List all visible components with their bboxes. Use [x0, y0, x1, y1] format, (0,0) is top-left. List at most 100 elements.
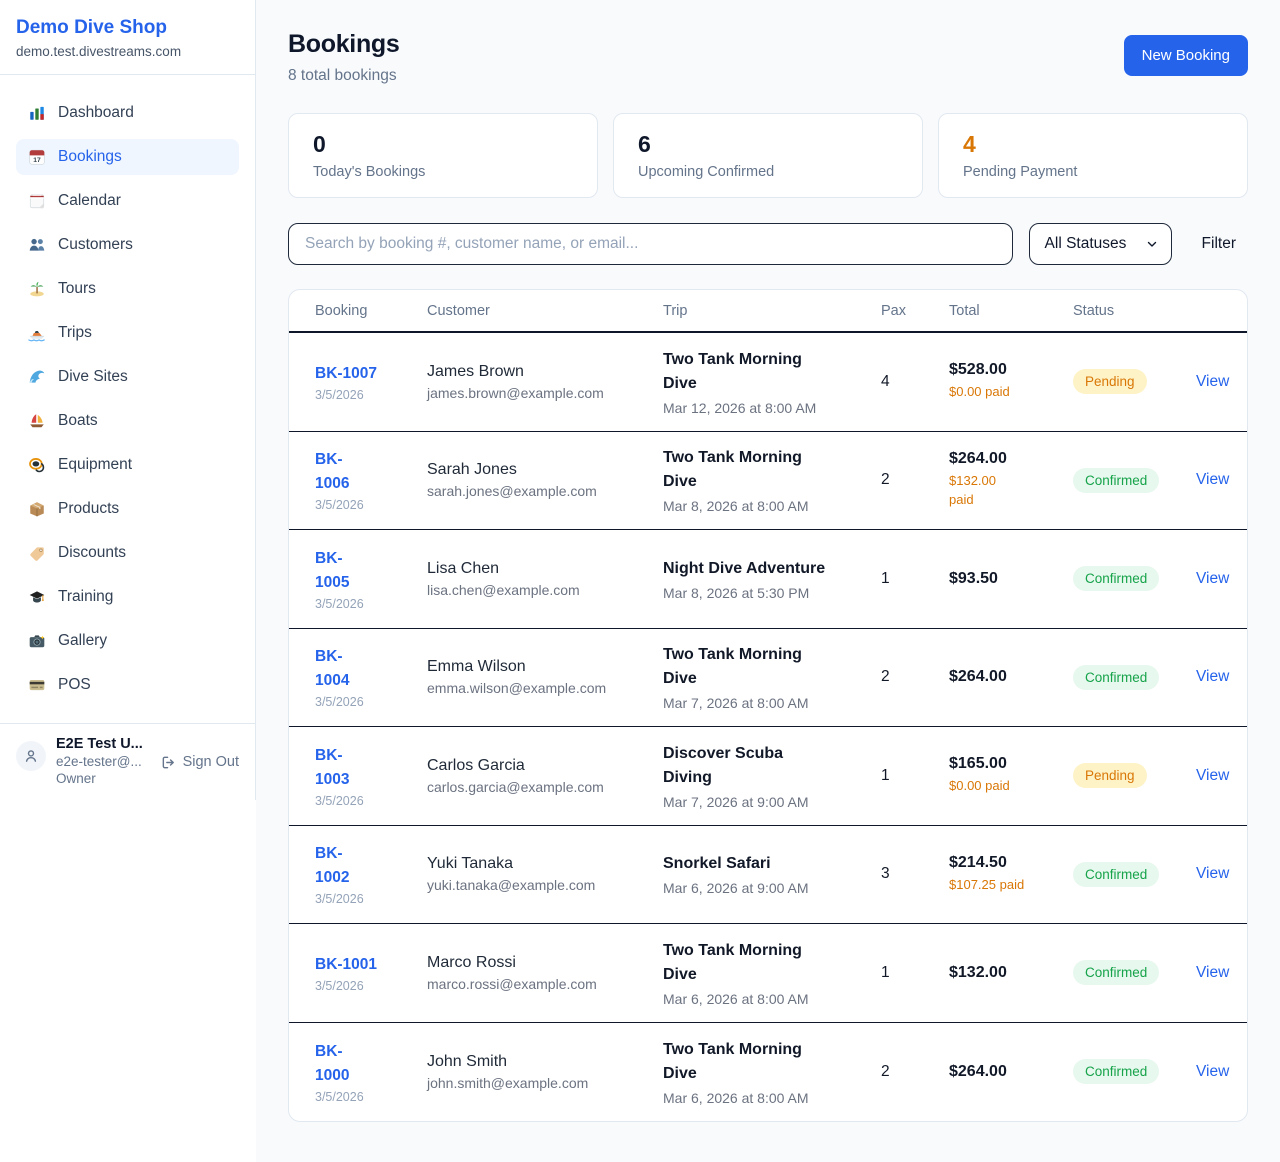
pos-icon [28, 676, 46, 694]
column-header-pax: Pax [881, 303, 949, 319]
sidebar-item-label: Boats [58, 412, 98, 430]
status-cell: Confirmed [1073, 862, 1196, 887]
status-cell: Confirmed [1073, 468, 1196, 493]
booking-number-link[interactable]: BK-1007 [315, 362, 427, 386]
table-header-row: Booking Customer Trip Pax Total Status [289, 290, 1247, 333]
booking-date: 3/5/2026 [315, 597, 427, 611]
sidebar-item-calendar[interactable]: Calendar [16, 183, 239, 219]
table-row: BK-1001 3/5/2026 Marco Rossi marco.rossi… [289, 924, 1247, 1023]
sidebar-item-equipment[interactable]: Equipment [16, 447, 239, 483]
sidebar-item-label: Customers [58, 236, 133, 254]
booking-number-link[interactable]: BK- 1003 [315, 744, 427, 792]
total-amount: $264.00 [949, 450, 1073, 468]
customer-email: lisa.chen@example.com [427, 582, 663, 598]
customer-email: james.brown@example.com [427, 385, 663, 401]
svg-text:17: 17 [33, 157, 41, 164]
stat-label: Upcoming Confirmed [638, 164, 898, 180]
sidebar-item-tours[interactable]: Tours [16, 271, 239, 307]
stat-value: 0 [313, 131, 573, 158]
trip-name: Discover Scuba Diving [663, 742, 881, 790]
filter-button[interactable]: Filter [1202, 235, 1236, 253]
view-link[interactable]: View [1196, 668, 1229, 685]
sign-out-button[interactable]: Sign Out [161, 752, 239, 770]
user-name: E2E Test U... [56, 736, 143, 752]
customer-cell: Marco Rossi marco.rossi@example.com [427, 954, 663, 992]
user-info: E2E Test U... e2e-tester@... Owner [56, 736, 143, 786]
page-header-text: Bookings 8 total bookings [288, 30, 400, 85]
sidebar-item-training[interactable]: Training [16, 579, 239, 615]
table-row: BK- 1003 3/5/2026 Carlos Garcia carlos.g… [289, 727, 1247, 826]
stat-card-pending-payment: 4 Pending Payment [938, 113, 1248, 198]
booking-number-link[interactable]: BK- 1002 [315, 842, 427, 890]
column-header-status: Status [1073, 303, 1196, 319]
view-link[interactable]: View [1196, 767, 1229, 784]
customer-name: James Brown [427, 363, 663, 381]
sidebar-item-boats[interactable]: Boats [16, 403, 239, 439]
booking-number-link[interactable]: BK-1001 [315, 953, 427, 977]
column-header-customer: Customer [427, 303, 663, 319]
trip-name: Two Tank Morning Dive [663, 446, 881, 494]
customers-icon [28, 236, 46, 254]
dashboard-icon [28, 104, 46, 122]
page-subtitle: 8 total bookings [288, 67, 400, 85]
trip-name: Two Tank Morning Dive [663, 643, 881, 691]
paid-amount: $0.00 paid [949, 777, 1073, 796]
view-link[interactable]: View [1196, 964, 1229, 981]
booking-number-link[interactable]: BK- 1000 [315, 1040, 427, 1088]
sidebar-item-gallery[interactable]: Gallery [16, 623, 239, 659]
sign-out-label: Sign Out [183, 754, 239, 770]
customer-name: Yuki Tanaka [427, 855, 663, 873]
sidebar-item-label: Bookings [58, 148, 122, 166]
sidebar-item-dive-sites[interactable]: Dive Sites [16, 359, 239, 395]
customer-email: marco.rossi@example.com [427, 976, 663, 992]
trip-name: Night Dive Adventure [663, 557, 881, 581]
sidebar-item-products[interactable]: Products [16, 491, 239, 527]
trip-datetime: Mar 7, 2026 at 9:00 AM [663, 794, 881, 810]
booking-number-link[interactable]: BK- 1004 [315, 645, 427, 693]
pax-cell: 3 [881, 865, 949, 883]
sidebar-item-dashboard[interactable]: Dashboard [16, 95, 239, 131]
actions-cell: View [1196, 373, 1229, 391]
view-link[interactable]: View [1196, 373, 1229, 390]
trip-cell: Two Tank Morning Dive Mar 7, 2026 at 8:0… [663, 643, 881, 711]
pax-cell: 1 [881, 767, 949, 785]
customer-email: yuki.tanaka@example.com [427, 877, 663, 893]
view-link[interactable]: View [1196, 570, 1229, 587]
status-cell: Pending [1073, 763, 1196, 788]
booking-cell: BK- 1005 3/5/2026 [315, 547, 427, 611]
trip-datetime: Mar 8, 2026 at 8:00 AM [663, 498, 881, 514]
search-input[interactable] [288, 223, 1013, 265]
user-email: e2e-tester@... [56, 754, 143, 769]
app-root: Demo Dive Shop demo.test.divestreams.com… [0, 0, 1280, 1162]
sidebar-nav: Dashboard 17 Bookings Calendar Customers [0, 75, 255, 703]
total-cell: $132.00 [949, 964, 1073, 982]
stat-value: 6 [638, 131, 898, 158]
status-cell: Confirmed [1073, 1059, 1196, 1084]
sidebar-item-pos[interactable]: POS [16, 667, 239, 703]
customer-cell: Lisa Chen lisa.chen@example.com [427, 560, 663, 598]
equipment-icon [28, 456, 46, 474]
sidebar-item-bookings[interactable]: 17 Bookings [16, 139, 239, 175]
paid-amount: $0.00 paid [949, 383, 1073, 402]
sidebar-item-trips[interactable]: Trips [16, 315, 239, 351]
booking-number-link[interactable]: BK- 1005 [315, 547, 427, 595]
total-amount: $93.50 [949, 570, 1073, 588]
trip-name: Two Tank Morning Dive [663, 348, 881, 396]
sidebar-item-customers[interactable]: Customers [16, 227, 239, 263]
products-icon [28, 500, 46, 518]
view-link[interactable]: View [1196, 865, 1229, 882]
customer-name: Lisa Chen [427, 560, 663, 578]
view-link[interactable]: View [1196, 471, 1229, 488]
view-link[interactable]: View [1196, 1063, 1229, 1080]
status-select[interactable]: All Statuses [1029, 223, 1172, 265]
total-amount: $264.00 [949, 668, 1073, 686]
shop-name-link[interactable]: Demo Dive Shop [16, 17, 239, 39]
new-booking-button[interactable]: New Booking [1124, 35, 1248, 76]
booking-number-link[interactable]: BK- 1006 [315, 448, 427, 496]
pax-cell: 4 [881, 373, 949, 391]
customer-cell: Yuki Tanaka yuki.tanaka@example.com [427, 855, 663, 893]
booking-cell: BK- 1002 3/5/2026 [315, 842, 427, 906]
sidebar-item-label: Calendar [58, 192, 121, 210]
sidebar-item-discounts[interactable]: Discounts [16, 535, 239, 571]
booking-cell: BK-1001 3/5/2026 [315, 953, 427, 993]
